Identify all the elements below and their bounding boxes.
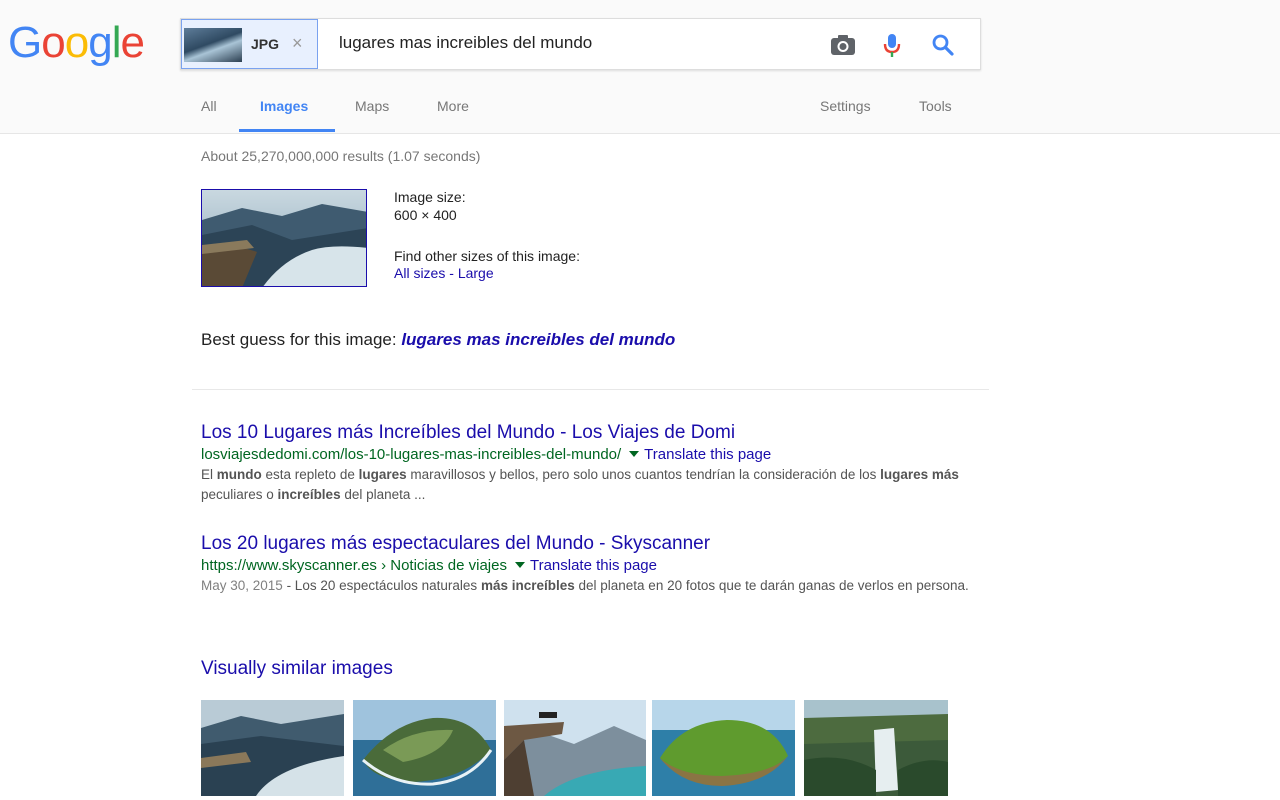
size-links: All sizes - Large: [394, 265, 494, 281]
dropdown-arrow-icon[interactable]: [514, 562, 525, 569]
snippet-text: maravillosos y bellos, pero solo unos cu…: [406, 467, 881, 482]
result-stats: About 25,270,000,000 results (1.07 secon…: [201, 148, 481, 164]
search-input[interactable]: lugares mas increibles del mundo: [339, 33, 592, 53]
tab-all[interactable]: All: [201, 98, 217, 114]
result-snippet: El mundo esta repleto de lugares maravil…: [201, 465, 991, 505]
result-date: May 30, 2015: [201, 578, 283, 593]
all-sizes-link[interactable]: All sizes: [394, 265, 445, 281]
query-image[interactable]: [201, 189, 367, 287]
snippet-text: del planeta ...: [340, 487, 426, 502]
snippet-text: peculiares o: [201, 487, 278, 502]
best-guess-label: Best guess for this image:: [201, 330, 402, 349]
similar-image-waterfall-jungle[interactable]: [804, 700, 948, 796]
snippet-keyword: más increíbles: [480, 578, 575, 593]
best-guess: Best guess for this image: lugares mas i…: [201, 330, 675, 350]
result-url-text: losviajesdedomi.com/los-10-lugares-mas-i…: [201, 446, 622, 463]
similar-image-green-island-sea[interactable]: [652, 700, 795, 796]
snippet-keyword: lugares más: [880, 467, 959, 482]
best-guess-link[interactable]: lugares mas increibles del mundo: [401, 330, 675, 349]
size-separator: -: [445, 265, 458, 281]
snippet-text: - Los 20 espectáculos naturales: [282, 578, 481, 593]
image-size-label: Image size:: [394, 189, 466, 205]
visually-similar-title[interactable]: Visually similar images: [201, 658, 393, 680]
microphone-icon[interactable]: [878, 31, 906, 59]
snippet-keyword: mundo: [216, 467, 262, 482]
google-logo[interactable]: Google: [8, 18, 145, 68]
similar-image-rock-ledge-mountains[interactable]: [504, 700, 646, 796]
dropdown-arrow-icon[interactable]: [629, 451, 640, 458]
translate-link[interactable]: Translate this page: [644, 446, 771, 463]
divider: [192, 389, 989, 390]
result-title[interactable]: Los 20 lugares más espectaculares del Mu…: [201, 532, 991, 556]
snippet-keyword: lugares: [358, 467, 407, 482]
chip-thumbnail: [184, 28, 242, 62]
header: Google JPG × lugares mas increibles del …: [0, 0, 1280, 134]
result-url-text: https://www.skyscanner.es › Noticias de …: [201, 557, 507, 574]
nav-tabs: All Images Maps More Settings Tools: [0, 92, 1280, 134]
find-sizes-label: Find other sizes of this image:: [394, 248, 580, 264]
search-result: Los 20 lugares más espectaculares del Mu…: [201, 532, 991, 596]
image-chip[interactable]: JPG ×: [181, 19, 318, 69]
tab-settings[interactable]: Settings: [820, 98, 871, 114]
snippet-text: del planeta en 20 fotos que te darán gan…: [574, 578, 969, 593]
tab-more[interactable]: More: [437, 98, 469, 114]
close-icon[interactable]: ×: [292, 33, 303, 54]
search-result: Los 10 Lugares más Increíbles del Mundo …: [201, 421, 991, 505]
result-snippet: May 30, 2015 - Los 20 espectáculos natur…: [201, 576, 991, 596]
camera-icon[interactable]: [829, 31, 857, 59]
search-icon[interactable]: [929, 31, 957, 59]
active-tab-indicator: [239, 129, 335, 132]
snippet-text: El: [201, 467, 217, 482]
result-title[interactable]: Los 10 Lugares más Increíbles del Mundo …: [201, 421, 991, 445]
result-url: https://www.skyscanner.es › Noticias de …: [201, 556, 991, 576]
snippet-keyword: increíbles: [277, 487, 341, 502]
result-url: losviajesdedomi.com/los-10-lugares-mas-i…: [201, 445, 991, 465]
translate-link[interactable]: Translate this page: [530, 557, 657, 574]
similar-image-fjord-cliff[interactable]: [201, 700, 344, 796]
large-link[interactable]: Large: [458, 265, 494, 281]
similar-image-green-island-coast[interactable]: [353, 700, 496, 796]
snippet-text: esta repleto de: [261, 467, 359, 482]
tab-images[interactable]: Images: [260, 98, 308, 114]
chip-label: JPG: [251, 36, 280, 52]
search-box[interactable]: JPG × lugares mas increibles del mundo: [180, 18, 981, 70]
tab-maps[interactable]: Maps: [355, 98, 389, 114]
image-size-value: 600 × 400: [394, 207, 457, 223]
tab-tools[interactable]: Tools: [919, 98, 952, 114]
